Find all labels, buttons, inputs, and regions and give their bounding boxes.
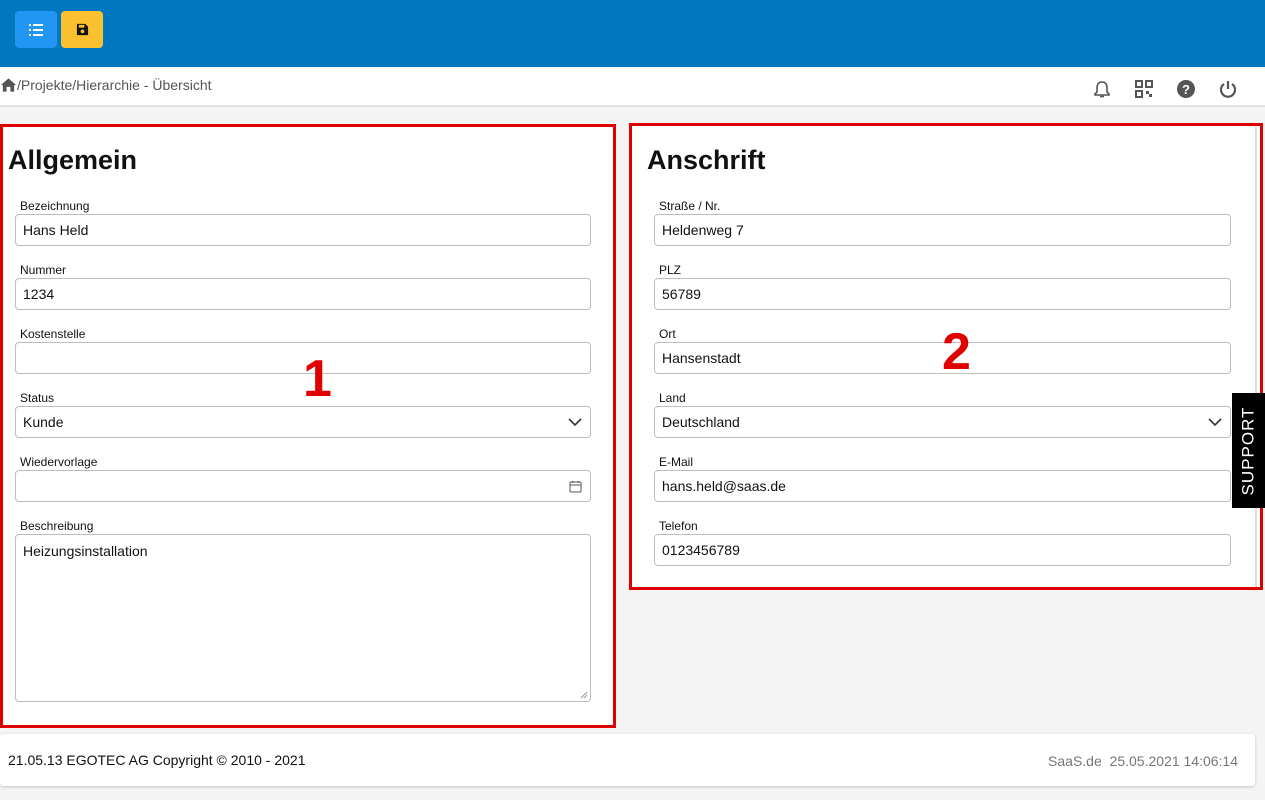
bezeichnung-label: Bezeichnung bbox=[20, 199, 90, 213]
save-button[interactable] bbox=[61, 11, 103, 48]
telefon-field[interactable]: 0123456789 bbox=[654, 534, 1231, 566]
bezeichnung-value: Hans Held bbox=[23, 222, 89, 238]
wiedervorlage-label: Wiedervorlage bbox=[20, 455, 98, 469]
general-panel: Allgemein Bezeichnung Hans Held Nummer 1… bbox=[0, 124, 616, 728]
plz-label: PLZ bbox=[659, 263, 682, 277]
list-view-button[interactable] bbox=[15, 11, 57, 48]
nummer-value: 1234 bbox=[23, 286, 55, 302]
plz-value: 56789 bbox=[662, 286, 701, 302]
breadcrumb: /Projekte/Hierarchie - Übersicht bbox=[0, 77, 212, 93]
address-title: Anschrift bbox=[647, 145, 766, 175]
qr-code-icon[interactable] bbox=[1133, 78, 1155, 100]
strasse-value: Heldenweg 7 bbox=[662, 222, 744, 238]
list-icon bbox=[29, 23, 43, 36]
nummer-label: Nummer bbox=[20, 263, 67, 277]
land-select[interactable]: Deutschland bbox=[654, 406, 1231, 438]
status-label: Status bbox=[20, 391, 55, 405]
chevron-down-icon bbox=[1207, 414, 1223, 430]
email-value: hans.held@saas.de bbox=[662, 478, 786, 494]
strasse-field[interactable]: Heldenweg 7 bbox=[654, 214, 1231, 246]
footer-timestamp: SaaS.de 25.05.2021 14:06:14 bbox=[1048, 753, 1238, 769]
email-label: E-Mail bbox=[659, 455, 694, 469]
top-bar bbox=[0, 0, 1265, 67]
land-label: Land bbox=[659, 391, 686, 405]
kostenstelle-label: Kostenstelle bbox=[20, 327, 86, 341]
annotation-marker-2: 2 bbox=[942, 323, 971, 381]
plz-field[interactable]: 56789 bbox=[654, 278, 1231, 310]
footer-copyright: 21.05.13 EGOTEC AG Copyright © 2010 - 20… bbox=[8, 752, 306, 768]
resize-grip-icon[interactable] bbox=[580, 691, 588, 699]
panel-divider bbox=[1255, 126, 1257, 587]
beschreibung-value: Heizungsinstallation bbox=[23, 543, 148, 559]
bezeichnung-field[interactable]: Hans Held bbox=[15, 214, 591, 246]
svg-text:?: ? bbox=[1182, 82, 1190, 97]
ort-label: Ort bbox=[659, 327, 676, 341]
annotation-marker-1: 1 bbox=[303, 350, 332, 408]
home-icon[interactable] bbox=[0, 77, 17, 93]
telefon-label: Telefon bbox=[659, 519, 698, 533]
calendar-icon[interactable] bbox=[567, 478, 583, 494]
land-value: Deutschland bbox=[662, 414, 740, 430]
email-field[interactable]: hans.held@saas.de bbox=[654, 470, 1231, 502]
breadcrumb-path[interactable]: /Projekte/Hierarchie - Übersicht bbox=[17, 77, 212, 93]
status-value: Kunde bbox=[23, 414, 64, 430]
beschreibung-label: Beschreibung bbox=[20, 519, 94, 533]
status-select[interactable]: Kunde bbox=[15, 406, 591, 438]
breadcrumb-bar: /Projekte/Hierarchie - Übersicht ? bbox=[0, 67, 1265, 107]
general-title: Allgemein bbox=[8, 145, 138, 175]
wiedervorlage-field[interactable] bbox=[15, 470, 591, 502]
telefon-value: 0123456789 bbox=[662, 542, 740, 558]
support-tab[interactable]: SUPPORT bbox=[1232, 393, 1265, 508]
nummer-field[interactable]: 1234 bbox=[15, 278, 591, 310]
power-icon[interactable] bbox=[1217, 78, 1239, 100]
strasse-label: Straße / Nr. bbox=[659, 199, 721, 213]
chevron-down-icon bbox=[567, 414, 583, 430]
bell-icon[interactable] bbox=[1091, 78, 1113, 100]
beschreibung-textarea[interactable]: Heizungsinstallation bbox=[15, 534, 591, 702]
save-icon bbox=[76, 23, 88, 36]
address-panel: Anschrift Straße / Nr. Heldenweg 7 PLZ 5… bbox=[629, 123, 1263, 590]
footer: 21.05.13 EGOTEC AG Copyright © 2010 - 20… bbox=[0, 734, 1255, 786]
help-icon[interactable]: ? bbox=[1175, 78, 1197, 100]
support-label: SUPPORT bbox=[1238, 406, 1258, 495]
